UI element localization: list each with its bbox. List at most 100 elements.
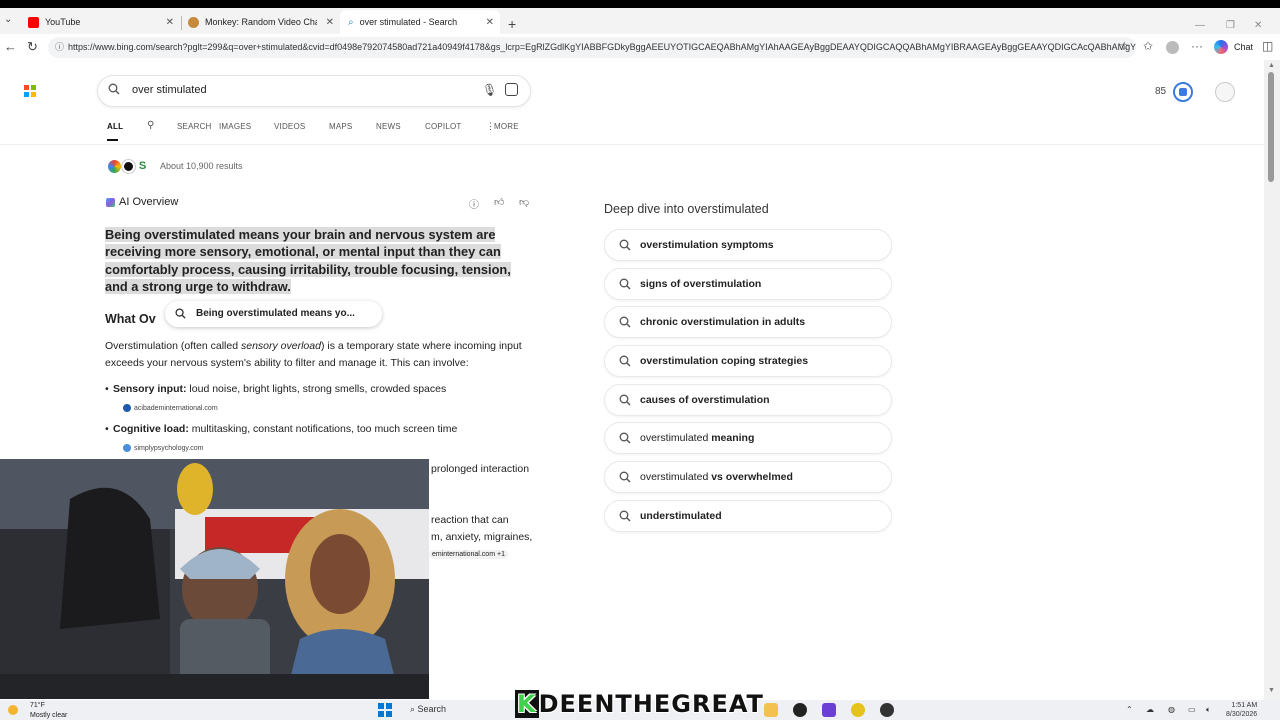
tab-images[interactable]: IMAGES <box>219 122 251 131</box>
related-search-item[interactable]: chronic overstimulation in adults <box>604 306 892 338</box>
search-icon <box>619 355 631 367</box>
tab-news[interactable]: NEWS <box>376 122 401 131</box>
file-explorer-icon[interactable] <box>764 703 778 717</box>
profile-avatar-icon[interactable] <box>1166 41 1179 54</box>
tray-chevron-icon[interactable]: ⌃ <box>1126 705 1133 714</box>
tab-actions-chevron-icon[interactable]: ⌄ <box>4 14 12 25</box>
related-search-item[interactable]: overstimulation coping strategies <box>604 345 892 377</box>
tab-more[interactable]: MORE <box>494 122 519 131</box>
todo-check-icon[interactable] <box>851 703 865 717</box>
header-divider <box>0 144 1264 145</box>
visual-studio-icon[interactable] <box>822 703 836 717</box>
moon-weather-icon <box>8 705 18 715</box>
address-bar[interactable]: ⓘ https://www.bing.com/search?pglt=299&q… <box>48 37 1136 58</box>
display-icon[interactable]: ▭ <box>1188 705 1196 714</box>
app-icon[interactable] <box>793 703 807 717</box>
tab-youtube[interactable]: YouTube ✕ <box>20 10 180 34</box>
citation-link[interactable]: eminternational.com +1 <box>429 550 508 559</box>
thumbs-down-icon[interactable]: 👎︎ <box>519 196 529 208</box>
watermark-text: DEENTHEGREAT <box>538 690 764 718</box>
list-item: Cognitive load: multitasking, constant n… <box>105 423 457 435</box>
tab-search[interactable]: SEARCH <box>177 122 212 131</box>
scroll-up-icon[interactable]: ▲ <box>1268 62 1275 69</box>
related-bold: overstimulation coping strategies <box>640 355 809 367</box>
tab-maps[interactable]: MAPS <box>329 122 352 131</box>
microsoft-logo[interactable] <box>24 85 36 97</box>
related-bold: causes of overstimulation <box>640 394 770 406</box>
citation-text: simplypsychology.com <box>134 444 204 452</box>
rewards-points[interactable]: 85 <box>1155 86 1166 97</box>
tab-close-icon[interactable]: ✕ <box>166 17 174 28</box>
rewards-medal-icon[interactable] <box>1173 82 1193 102</box>
refresh-icon[interactable]: ↻ <box>27 39 38 55</box>
search-input[interactable]: over stimulated <box>132 84 207 96</box>
favorite-star-icon[interactable]: ☆ <box>1119 39 1130 53</box>
watermark-k: K <box>515 690 539 718</box>
window-close-icon[interactable]: ✕ <box>1254 20 1262 31</box>
search-icon <box>619 432 631 444</box>
tab-monkey[interactable]: Monkey: Random Video Chat | Talk ✕ <box>180 10 340 34</box>
bullet-text: loud noise, bright lights, strong smells… <box>186 383 447 395</box>
tab-close-icon[interactable]: ✕ <box>326 17 334 28</box>
thumbs-up-icon[interactable]: 👍︎ <box>494 196 504 208</box>
clock-date: 8/30/2026 <box>1226 711 1258 718</box>
webcam-picture <box>0 459 429 699</box>
search-icon: ⌕ <box>348 16 354 28</box>
related-plain: overstimulated <box>640 471 712 483</box>
maximize-icon[interactable]: ❐ <box>1226 20 1235 31</box>
system-clock[interactable]: 1:51 AM 8/30/2026 <box>1226 701 1257 719</box>
microphone-icon[interactable]: 🎙 <box>482 83 497 97</box>
citation-link[interactable]: simplypsychology.com <box>123 444 204 452</box>
related-search-item[interactable]: overstimulated vs overwhelmed <box>604 461 892 493</box>
section-heading: What Ov <box>105 312 156 326</box>
taskbar-search[interactable]: ⌕ Search <box>410 704 446 715</box>
new-tab-icon[interactable]: + <box>508 16 516 32</box>
search-box[interactable]: over stimulated 🎙 <box>98 76 530 106</box>
site-info-icon[interactable]: ⓘ <box>55 37 64 58</box>
minimize-icon[interactable]: — <box>1195 20 1205 31</box>
sidebar-icon[interactable]: ◫ <box>1262 39 1273 53</box>
page-scrollbar[interactable]: ▲ ▼ <box>1264 60 1280 700</box>
more-menu-icon[interactable]: ··· <box>1191 39 1203 53</box>
ai-info-icon[interactable]: ⓘ <box>469 196 479 211</box>
related-search-item[interactable]: overstimulated meaning <box>604 422 892 454</box>
tab-search[interactable]: ⌕ over stimulated - Search ✕ <box>340 10 500 34</box>
scrollbar-thumb[interactable] <box>1268 72 1274 182</box>
chat-label: Chat <box>1234 42 1254 52</box>
search-icon <box>619 510 631 522</box>
result-count: About 10,900 results <box>160 161 243 171</box>
start-windows-icon[interactable] <box>378 703 392 717</box>
tab-title: Monkey: Random Video Chat | Talk <box>205 17 317 27</box>
citation-link[interactable]: acibademinternational.com <box>123 404 218 412</box>
copilot-chat-button[interactable]: Chat <box>1214 40 1253 54</box>
tab-close-icon[interactable]: ✕ <box>486 17 494 28</box>
search-icon <box>619 278 631 290</box>
favorites-icon[interactable]: ✩ <box>1143 39 1153 53</box>
media-player-icon[interactable] <box>880 703 894 717</box>
cloud-icon[interactable]: ☁ <box>1146 705 1154 714</box>
address-toolbar: ← ↻ ⓘ https://www.bing.com/search?pglt=2… <box>0 34 1280 60</box>
related-search-item[interactable]: signs of overstimulation <box>604 268 892 300</box>
sign-in-avatar-icon[interactable] <box>1215 82 1235 102</box>
search-icon <box>108 83 120 95</box>
related-search-item[interactable]: overstimulation symptoms <box>604 229 892 261</box>
tab-all[interactable]: ALL <box>107 122 123 131</box>
back-arrow-icon[interactable]: ← <box>4 39 17 54</box>
para-text: Overstimulation (often called <box>105 340 241 352</box>
source-c-icon: S <box>136 160 149 173</box>
citation-text: acibademinternational.com <box>134 404 218 412</box>
related-search-item[interactable]: causes of overstimulation <box>604 384 892 416</box>
tab-videos[interactable]: VIDEOS <box>274 122 305 131</box>
visual-search-icon[interactable] <box>505 83 518 96</box>
search-icon <box>619 394 631 406</box>
source-a-icon <box>108 160 121 173</box>
selection-search-popup[interactable]: Being overstimulated means yo... <box>165 301 382 327</box>
related-search-item[interactable]: understimulated <box>604 500 892 532</box>
scroll-down-icon[interactable]: ▼ <box>1268 687 1275 694</box>
volume-icon[interactable]: 🔈︎ <box>1206 705 1211 715</box>
tab-copilot[interactable]: COPILOT <box>425 122 462 131</box>
tab-title: over stimulated - Search <box>359 17 458 27</box>
network-icon[interactable]: ◍ <box>1168 705 1175 714</box>
ai-sparkle-icon <box>106 197 115 207</box>
search-icon <box>619 471 631 483</box>
